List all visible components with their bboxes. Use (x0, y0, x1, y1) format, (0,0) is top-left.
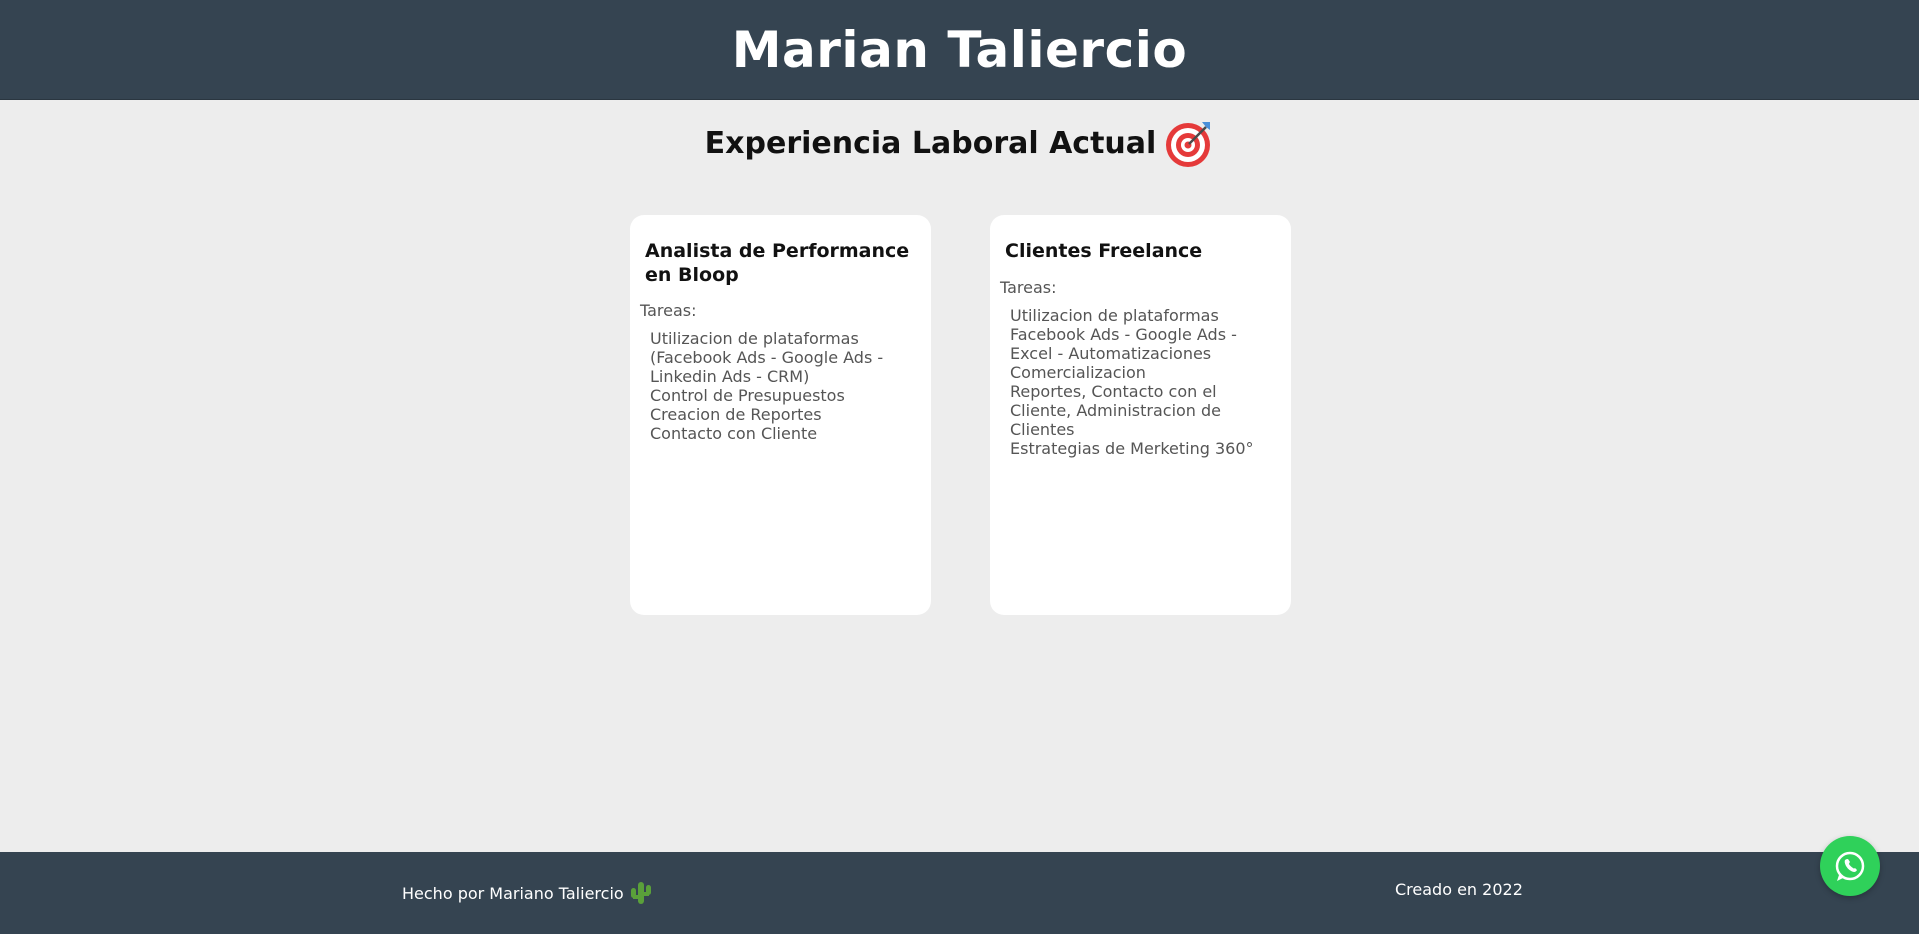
footer-year: Creado en 2022 (1395, 880, 1523, 899)
whatsapp-icon (1835, 851, 1865, 881)
experience-card-freelance: Clientes Freelance Tareas: Utilizacion d… (990, 215, 1291, 615)
task-item: Utilizacion de plataformas Facebook Ads … (1010, 306, 1237, 363)
section-title: Experiencia Laboral Actual (704, 125, 1157, 161)
task-list: Utilizacion de plataformas Facebook Ads … (1010, 306, 1277, 458)
tasks-label: Tareas: (1000, 278, 1057, 297)
task-list: Utilizacion de plataformas (Facebook Ads… (650, 329, 917, 443)
task-item: Reportes, Contacto con el Cliente, Admin… (1010, 382, 1222, 439)
footer-credit-text: Hecho por Mariano Taliercio (402, 883, 624, 903)
task-item: Contacto con Cliente (650, 424, 818, 443)
task-item: Utilizacion de plataformas (Facebook Ads… (650, 329, 884, 386)
section-heading: Experiencia Laboral Actual (0, 118, 1919, 168)
experience-card-bloop: Analista de Performance en Bloop Tareas:… (630, 215, 931, 615)
site-footer: Hecho por Mariano Taliercio Creado en 20… (0, 852, 1919, 934)
tasks-label: Tareas: (640, 301, 697, 320)
site-header: Marian Taliercio (0, 0, 1919, 100)
cactus-icon (630, 882, 651, 904)
target-icon (1166, 122, 1211, 167)
site-title: Marian Taliercio (731, 20, 1188, 79)
task-item: Estrategias de Merketing 360° (1010, 439, 1254, 458)
whatsapp-button[interactable] (1820, 836, 1880, 896)
task-item: Comercializacion (1010, 363, 1146, 382)
task-item: Control de Presupuestos (650, 386, 845, 405)
card-title: Analista de Performance en Bloop (645, 240, 910, 286)
footer-credit: Hecho por Mariano Taliercio (402, 880, 653, 906)
card-title: Clientes Freelance (1005, 240, 1203, 262)
task-item: Creacion de Reportes (650, 405, 822, 424)
